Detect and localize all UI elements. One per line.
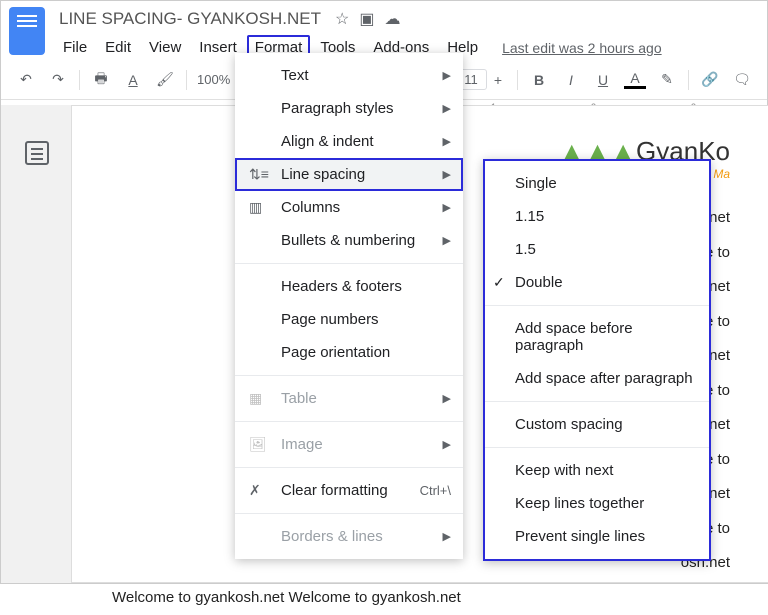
format-bullets[interactable]: Bullets & numbering▶ (235, 224, 463, 257)
spacing-keep-together[interactable]: Keep lines together (485, 487, 709, 520)
format-paragraph-styles[interactable]: Paragraph styles▶ (235, 92, 463, 125)
print-button[interactable]: 🖶 (90, 69, 112, 91)
table-icon: ▦ (249, 390, 271, 407)
menu-file[interactable]: File (55, 35, 95, 60)
format-columns[interactable]: ▥Columns▶ (235, 191, 463, 224)
columns-icon: ▥ (249, 199, 271, 216)
spacing-1-15[interactable]: 1.15 (485, 200, 709, 233)
format-align-indent[interactable]: Align & indent▶ (235, 125, 463, 158)
spacing-keep-next[interactable]: Keep with next (485, 454, 709, 487)
underline-button[interactable]: U (592, 69, 614, 91)
format-page-numbers[interactable]: Page numbers (235, 303, 463, 336)
format-page-orientation[interactable]: Page orientation (235, 336, 463, 369)
spacing-add-before[interactable]: Add space before paragraph (485, 312, 709, 362)
image-icon: 🖼 (249, 436, 271, 453)
check-icon: ✓ (493, 274, 505, 291)
undo-button[interactable]: ↶ (15, 69, 37, 91)
document-title[interactable]: LINE SPACING- GYANKOSH.NET (55, 7, 325, 31)
menu-view[interactable]: View (141, 35, 189, 60)
format-text[interactable]: Text▶ (235, 59, 463, 92)
font-size-increase[interactable]: + (489, 71, 507, 89)
italic-button[interactable]: I (560, 69, 582, 91)
line-spacing-icon: ⇅≡ (249, 166, 271, 183)
line-spacing-submenu: Single 1.15 1.5 ✓Double Add space before… (483, 159, 711, 561)
header: LINE SPACING- GYANKOSH.NET ☆ ▣ ☁ File Ed… (1, 1, 767, 60)
spacing-1-5[interactable]: 1.5 (485, 233, 709, 266)
spacing-double[interactable]: ✓Double (485, 266, 709, 299)
spacing-single[interactable]: Single (485, 167, 709, 200)
spacing-prevent-single[interactable]: Prevent single lines (485, 520, 709, 553)
text-color-button[interactable]: A (624, 71, 646, 89)
insert-link-button[interactable]: 🔗 (699, 69, 721, 91)
redo-button[interactable]: ↷ (47, 69, 69, 91)
insert-comment-button[interactable]: 🗨 (731, 69, 753, 91)
cloud-icon[interactable]: ☁ (384, 9, 400, 29)
paint-format-button[interactable]: 🖌 (154, 69, 176, 91)
format-clear-formatting[interactable]: ✗Clear formattingCtrl+\ (235, 474, 463, 507)
spacing-custom[interactable]: Custom spacing (485, 408, 709, 441)
format-headers-footers[interactable]: Headers & footers (235, 270, 463, 303)
menu-edit[interactable]: Edit (97, 35, 139, 60)
star-icon[interactable]: ☆ (335, 9, 349, 29)
bold-button[interactable]: B (528, 69, 550, 91)
format-line-spacing[interactable]: ⇅≡Line spacing▶ (235, 158, 463, 191)
spellcheck-button[interactable]: A (122, 69, 144, 91)
docs-logo-icon[interactable] (9, 7, 45, 55)
spacing-add-after[interactable]: Add space after paragraph (485, 362, 709, 395)
last-edit-link[interactable]: Last edit was 2 hours ago (502, 40, 662, 56)
format-image: 🖼Image▶ (235, 428, 463, 461)
highlight-button[interactable]: ✎ (656, 69, 678, 91)
format-dropdown: Text▶ Paragraph styles▶ Align & indent▶ … (235, 53, 463, 559)
outline-toggle-icon[interactable] (25, 141, 49, 165)
clear-format-icon: ✗ (249, 482, 271, 499)
move-icon[interactable]: ▣ (359, 9, 374, 29)
format-table: ▦Table▶ (235, 382, 463, 415)
format-borders-lines: Borders & lines▶ (235, 520, 463, 553)
